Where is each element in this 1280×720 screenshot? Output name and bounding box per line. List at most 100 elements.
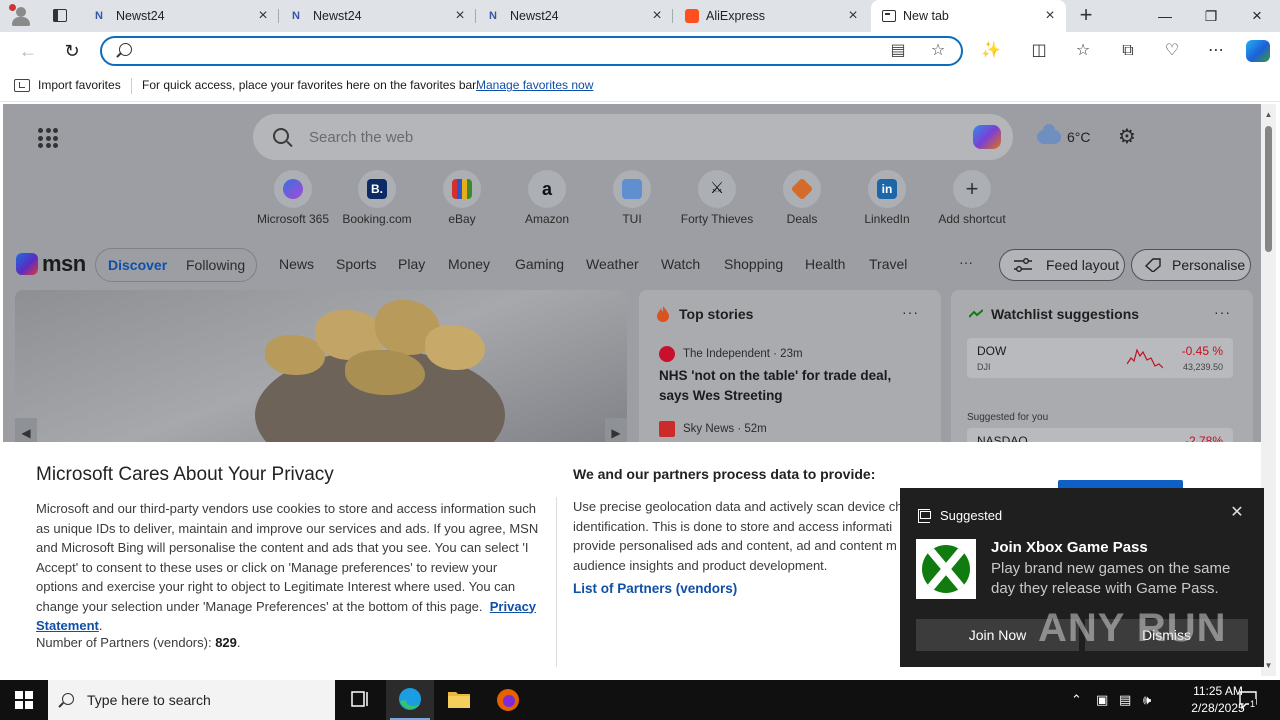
shortcut-forty-thieves[interactable]: ⚔ Forty Thieves — [675, 170, 759, 226]
copilot-icon[interactable] — [973, 125, 1001, 149]
start-button[interactable] — [15, 691, 33, 709]
volume-icon[interactable]: 🕪 — [1143, 692, 1151, 708]
settings-more-icon[interactable]: ⋯ — [1205, 41, 1227, 61]
edge-icon — [399, 688, 421, 710]
close-tab-icon[interactable]: × — [845, 8, 861, 24]
nav-gaming[interactable]: Gaming — [515, 256, 564, 272]
nav-sports[interactable]: Sports — [336, 256, 376, 272]
nav-weather[interactable]: Weather — [586, 256, 639, 272]
tab-aliexpress[interactable]: AliExpress × — [674, 0, 869, 32]
manage-favorites-link[interactable]: Manage favorites now — [476, 78, 593, 92]
more-categories-button[interactable]: ··· — [959, 254, 973, 270]
feed-toggle: Discover Following — [95, 248, 257, 282]
partners-suffix: . — [236, 635, 241, 650]
shortcut-tui[interactable]: TUI — [590, 170, 674, 226]
taskbar-edge[interactable] — [386, 680, 434, 720]
back-button[interactable]: ← — [16, 39, 40, 63]
extensions-icon[interactable]: ✨ — [980, 41, 1002, 61]
immersive-reader-icon[interactable]: ▤ — [888, 41, 908, 61]
feed-layout-button[interactable]: Feed layout — [999, 249, 1125, 281]
watchlist-header: Watchlist suggestions — [991, 306, 1140, 322]
more-options-icon[interactable]: ··· — [1214, 304, 1231, 320]
tab-newst24-3[interactable]: N Newst24 × — [478, 0, 673, 32]
suggestion-toast: Suggested ✕ Join Xbox Game Pass Play bra… — [900, 488, 1264, 667]
nav-travel[interactable]: Travel — [869, 256, 907, 272]
notification-center-icon[interactable]: 1 — [1238, 690, 1258, 710]
tab-following[interactable]: Following — [186, 257, 245, 273]
newst24-icon: N — [292, 10, 300, 22]
list-of-partners-link[interactable]: List of Partners (vendors) — [573, 581, 737, 596]
scroll-up-icon[interactable]: ▲ — [1264, 110, 1273, 119]
close-window-button[interactable]: × — [1234, 0, 1280, 32]
app-launcher-icon[interactable] — [38, 128, 58, 148]
story-title[interactable]: NHS 'not on the table' for trade deal, s… — [659, 366, 909, 406]
split-screen-icon[interactable]: ◫ — [1028, 41, 1050, 61]
tab-discover[interactable]: Discover — [108, 257, 167, 273]
scrollbar-thumb[interactable] — [1265, 126, 1272, 252]
stock-symbol: DOW — [977, 344, 1007, 358]
browser-essentials-icon[interactable]: ♡ — [1161, 41, 1183, 61]
partners-count: 829 — [215, 635, 237, 650]
scroll-down-icon[interactable]: ▼ — [1264, 661, 1273, 670]
nav-shopping[interactable]: Shopping — [724, 256, 783, 272]
close-tab-icon[interactable]: × — [255, 8, 271, 24]
close-tab-icon[interactable]: × — [1042, 8, 1058, 24]
refresh-button[interactable]: ↻ — [60, 39, 84, 63]
taskbar-firefox[interactable] — [484, 680, 532, 720]
privacy-body: Microsoft and our third-party vendors us… — [36, 501, 539, 633]
watchlist-row-dow[interactable]: DOW DJI -0.45 % 43,239.50 — [967, 338, 1233, 378]
task-view-button[interactable] — [336, 680, 384, 720]
close-icon[interactable]: ✕ — [1228, 504, 1246, 522]
web-search-box[interactable]: Search the web — [253, 114, 1013, 160]
weather-widget[interactable]: 6°C — [1037, 124, 1091, 148]
process-line: audience insights and product developmen… — [573, 557, 828, 573]
close-tab-icon[interactable]: × — [452, 8, 468, 24]
close-tab-icon[interactable]: × — [649, 8, 665, 24]
tab-newst24-2[interactable]: N Newst24 × — [281, 0, 476, 32]
import-favorites-button[interactable]: Import favorites — [38, 78, 121, 92]
collections-icon[interactable]: ⧉ — [1117, 41, 1139, 61]
nav-play[interactable]: Play — [398, 256, 425, 272]
device-icon[interactable]: ▣ — [1096, 692, 1108, 708]
nav-watch[interactable]: Watch — [661, 256, 700, 272]
favorites-icon[interactable]: ☆ — [1072, 41, 1094, 61]
nav-health[interactable]: Health — [805, 256, 845, 272]
hero-card-image[interactable]: ◀ ▶ — [15, 290, 627, 450]
show-hidden-icons[interactable]: ⌃ — [1071, 692, 1082, 708]
tab-new-tab[interactable]: New tab × — [871, 0, 1066, 32]
partners-count-row: Number of Partners (vendors): 829. — [36, 635, 241, 650]
shortcut-linkedin[interactable]: in LinkedIn — [845, 170, 929, 226]
network-icon[interactable]: ▤ — [1119, 692, 1131, 708]
stocks-trend-icon — [969, 309, 983, 318]
address-input[interactable] — [142, 41, 882, 61]
taskbar-search[interactable]: Type here to search — [48, 680, 335, 720]
sky-news-icon — [659, 421, 675, 437]
page-settings-icon[interactable]: ⚙ — [1116, 126, 1138, 148]
add-shortcut-button[interactable]: + Add shortcut — [930, 170, 1014, 226]
copilot-icon[interactable] — [1246, 40, 1270, 62]
address-bar[interactable]: ▤ ☆ — [100, 36, 963, 66]
tab-newst24-1[interactable]: N​ Newst24 × — [84, 0, 279, 32]
restore-button[interactable]: ❐ — [1188, 0, 1234, 32]
taskbar-file-explorer[interactable] — [435, 680, 483, 720]
search-icon — [62, 693, 74, 705]
profile-avatar-icon[interactable] — [8, 4, 34, 28]
process-line: Use precise geolocation data and activel… — [573, 499, 903, 514]
shortcut-microsoft-365[interactable]: Microsoft 365 — [251, 170, 335, 226]
shortcut-deals[interactable]: Deals — [760, 170, 844, 226]
suggested-label: Suggested for you — [967, 412, 1049, 423]
new-tab-button[interactable]: + — [1075, 4, 1097, 27]
more-options-icon[interactable]: ··· — [902, 304, 919, 320]
tab-actions-icon[interactable] — [50, 6, 70, 26]
shortcut-booking[interactable]: B. Booking.com — [335, 170, 419, 226]
nav-news[interactable]: News — [279, 256, 314, 272]
favorite-star-icon[interactable]: ☆ — [928, 41, 948, 61]
personalise-button[interactable]: Personalise — [1131, 249, 1251, 281]
minimize-button[interactable]: — — [1142, 0, 1188, 32]
aliexpress-icon — [685, 9, 699, 23]
shortcut-ebay[interactable]: eBay — [420, 170, 504, 226]
nav-money[interactable]: Money — [448, 256, 490, 272]
shortcut-amazon[interactable]: a Amazon — [505, 170, 589, 226]
browser-toolbar: ← ↻ ▤ ☆ ✨ ◫ ☆ ⧉ ♡ ⋯ — [0, 32, 1280, 70]
msn-logo[interactable]: msn — [16, 251, 86, 277]
